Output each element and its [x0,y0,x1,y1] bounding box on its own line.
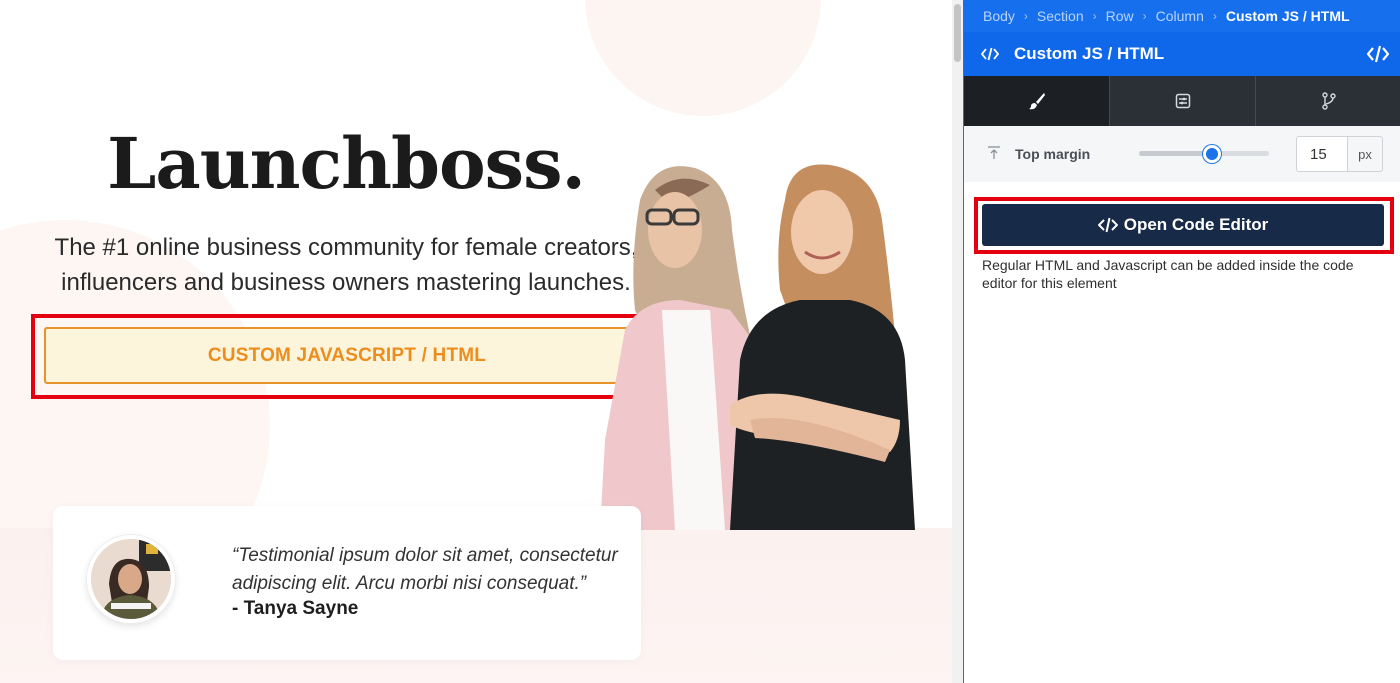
unit-selector[interactable]: px [1348,136,1383,172]
chevron-right-icon: › [1212,9,1217,23]
breadcrumb-section[interactable]: Section [1037,8,1084,24]
testimonial-quote: “Testimonial ipsum dolor sit amet, conse… [232,542,632,598]
element-header: Custom JS / HTML [964,32,1400,76]
app-root: { "canvas": { "title": "Launchboss.", "t… [0,0,1400,683]
code-editor-help-text: Regular HTML and Javascript can be added… [982,257,1354,291]
breadcrumb-row[interactable]: Row [1106,8,1134,24]
top-margin-label: Top margin [1015,146,1091,162]
slider-fill [1139,151,1212,156]
custom-js-html-element[interactable]: CUSTOM JAVASCRIPT / HTML [44,327,650,384]
brand-title: Launchboss. [107,122,586,205]
quote-line: adipiscing elit. Arcu morbi nisi consequ… [232,573,587,594]
settings-panel: Body › Section › Row › Column › Custom J… [963,0,1400,683]
brush-icon [1028,93,1045,110]
testimonial-card: “Testimonial ipsum dolor sit amet, conse… [53,506,641,660]
avatar-image [91,539,171,619]
avatar [87,535,175,623]
panel-tabs [964,76,1400,126]
breadcrumb-current[interactable]: Custom JS / HTML [1226,8,1350,24]
tagline: The #1 online business community for fem… [40,230,652,300]
open-code-editor-label: Open Code Editor [1123,215,1269,234]
code-icon [981,47,999,61]
chevron-right-icon: › [1142,9,1147,23]
top-margin-input[interactable] [1296,136,1348,172]
tagline-line: influencers and business owners masterin… [61,269,631,296]
code-icon [1097,217,1118,233]
open-code-editor-button[interactable]: Open Code Editor [982,204,1384,246]
top-margin-icon [988,146,1000,159]
breadcrumb-column[interactable]: Column [1156,8,1204,24]
slider-handle[interactable] [1202,145,1221,163]
settings-panel-icon [1175,93,1190,109]
tagline-line: The #1 online business community for fem… [54,234,638,261]
breadcrumb: Body › Section › Row › Column › Custom J… [964,0,1400,32]
tab-conditions[interactable] [1256,76,1400,126]
chevron-right-icon: › [1092,9,1097,23]
breadcrumb-body[interactable]: Body [983,8,1015,24]
code-icon[interactable] [1367,43,1389,65]
tab-style[interactable] [964,76,1110,126]
custom-js-html-label: CUSTOM JAVASCRIPT / HTML [207,344,487,366]
tab-settings[interactable] [1110,76,1256,126]
page-canvas: Launchboss. The #1 online business commu… [0,0,952,683]
quote-line: “Testimonial ipsum dolor sit amet, conse… [232,545,618,566]
chevron-right-icon: › [1023,9,1028,23]
canvas-scrollbar[interactable] [952,0,963,683]
testimonial-author: - Tanya Sayne [232,598,359,619]
element-title: Custom JS / HTML [1014,44,1165,63]
decorative-circle [585,0,821,116]
hero-photo [600,164,915,530]
git-branch-icon [1321,92,1336,110]
scrollbar-thumb[interactable] [954,4,961,62]
